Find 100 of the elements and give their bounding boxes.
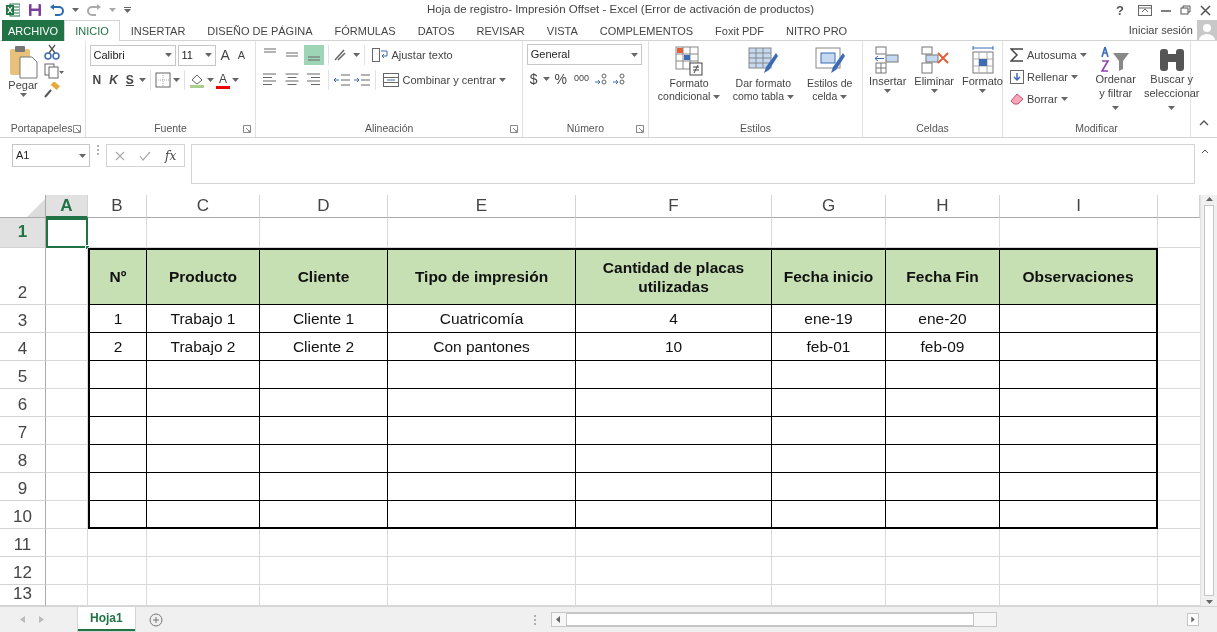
undo-icon[interactable] bbox=[50, 4, 64, 16]
row-header[interactable]: 10 bbox=[0, 501, 46, 529]
customize-toolbar-icon[interactable] bbox=[124, 7, 131, 13]
thousands-button[interactable]: 000 bbox=[572, 68, 592, 90]
styles-button[interactable]: Dar formato como tabla bbox=[729, 44, 798, 105]
fill-color-icon[interactable] bbox=[188, 72, 205, 88]
close-icon[interactable] bbox=[1200, 4, 1211, 16]
row-header[interactable]: 6 bbox=[0, 389, 46, 417]
dialog-launcher-icon[interactable] bbox=[243, 125, 252, 133]
dialog-launcher-icon[interactable] bbox=[636, 125, 644, 133]
column-header[interactable]: A bbox=[46, 195, 88, 218]
italic-button[interactable]: K bbox=[106, 69, 121, 91]
row-header[interactable]: 1 bbox=[0, 218, 46, 248]
sort-filter-button[interactable]: Ordenar y filtrar bbox=[1093, 44, 1138, 116]
row-header[interactable]: 12 bbox=[0, 557, 46, 585]
scroll-thumb[interactable] bbox=[1204, 205, 1214, 596]
column-header[interactable]: D bbox=[260, 195, 388, 218]
shrink-font-button[interactable]: A bbox=[234, 44, 249, 66]
vertical-scrollbar[interactable] bbox=[1200, 195, 1217, 606]
font-name-field[interactable]: Calibri bbox=[89, 44, 176, 66]
enter-icon[interactable] bbox=[139, 150, 151, 161]
cancel-icon[interactable] bbox=[115, 150, 125, 161]
cells-button[interactable]: Formato bbox=[960, 44, 1005, 94]
row-header[interactable]: 9 bbox=[0, 473, 46, 501]
percent-button[interactable]: % bbox=[551, 68, 570, 90]
row-header[interactable]: 7 bbox=[0, 417, 46, 445]
bottom-align-icon[interactable] bbox=[304, 45, 325, 65]
ribbon-display-icon[interactable] bbox=[1138, 4, 1152, 16]
row-header[interactable]: 5 bbox=[0, 361, 46, 389]
autosum-button[interactable]: Autosuma bbox=[1007, 44, 1090, 66]
ribbon-tab[interactable]: DISEÑO DE PÁGINA bbox=[196, 20, 324, 41]
merge-center-button[interactable]: Combinar y centrar bbox=[380, 69, 509, 91]
row-header[interactable]: 3 bbox=[0, 305, 46, 333]
format-painter-icon[interactable] bbox=[44, 82, 60, 98]
wrap-text-button[interactable]: Ajustar texto bbox=[369, 44, 456, 66]
spreadsheet-logo-icon[interactable] bbox=[6, 3, 20, 17]
save-icon[interactable] bbox=[28, 3, 42, 17]
bold-button[interactable]: N bbox=[89, 69, 105, 91]
restore-icon[interactable] bbox=[1180, 5, 1192, 15]
row-header[interactable]: 8 bbox=[0, 445, 46, 473]
dialog-launcher-icon[interactable] bbox=[72, 125, 81, 133]
ribbon-tab[interactable]: Foxit PDF bbox=[704, 20, 775, 41]
cells-button[interactable]: Insertar bbox=[867, 44, 909, 94]
font-color-button[interactable]: A bbox=[215, 71, 230, 89]
ribbon-tab[interactable]: DATOS bbox=[406, 20, 466, 41]
ribbon-tab[interactable]: INICIO bbox=[64, 20, 120, 41]
styles-button[interactable]: Estilos de celda bbox=[801, 44, 858, 105]
decrease-decimal-icon[interactable] bbox=[611, 72, 628, 86]
column-header[interactable]: E bbox=[388, 195, 576, 218]
add-sheet-icon[interactable] bbox=[148, 612, 163, 627]
help-button[interactable]: ? bbox=[1110, 3, 1130, 17]
insert-function-button[interactable]: fx bbox=[165, 146, 177, 165]
currency-button[interactable]: $ bbox=[526, 68, 541, 90]
paste-button[interactable]: Pegar bbox=[6, 44, 40, 98]
sign-in-link[interactable]: Iniciar sesión bbox=[1128, 21, 1197, 39]
sheet-tab[interactable]: Hoja1 bbox=[78, 606, 135, 631]
borders-icon[interactable] bbox=[154, 72, 171, 88]
column-header[interactable]: C bbox=[147, 195, 260, 218]
font-size-field[interactable]: 11 bbox=[177, 44, 216, 66]
copy-icon[interactable] bbox=[44, 63, 64, 79]
scroll-down-icon[interactable] bbox=[1205, 600, 1213, 604]
ribbon-tab[interactable]: VISTA bbox=[535, 20, 589, 41]
name-box[interactable]: A1 bbox=[12, 144, 90, 167]
redo-icon[interactable] bbox=[87, 4, 101, 16]
column-header[interactable]: I bbox=[1000, 195, 1158, 218]
row-header[interactable]: 11 bbox=[0, 529, 46, 557]
column-header[interactable]: F bbox=[576, 195, 772, 218]
formula-input[interactable] bbox=[191, 144, 1195, 184]
scroll-thumb[interactable] bbox=[566, 613, 974, 626]
active-cell[interactable] bbox=[46, 218, 88, 248]
dialog-launcher-icon[interactable] bbox=[509, 125, 518, 133]
expand-formula-icon[interactable] bbox=[1201, 148, 1209, 154]
ribbon-tab[interactable]: NITRO PRO bbox=[775, 20, 859, 41]
increase-indent-icon[interactable] bbox=[353, 72, 372, 88]
grow-font-button[interactable]: A bbox=[217, 44, 233, 66]
ribbon-tab[interactable]: COMPLEMENTOS bbox=[588, 20, 705, 41]
styles-button[interactable]: Formato condicional bbox=[653, 44, 726, 105]
increase-decimal-icon[interactable] bbox=[593, 72, 610, 86]
row-header[interactable]: 4 bbox=[0, 333, 46, 361]
column-header[interactable]: H bbox=[886, 195, 1000, 218]
cut-icon[interactable] bbox=[44, 44, 60, 60]
collapse-ribbon-icon[interactable] bbox=[1199, 119, 1209, 126]
file-tab[interactable]: ARCHIVO bbox=[2, 20, 65, 41]
ribbon-tab[interactable]: FÓRMULAS bbox=[323, 20, 407, 41]
scroll-right-icon[interactable] bbox=[1187, 613, 1199, 626]
row-header[interactable]: 2 bbox=[0, 248, 46, 305]
find-select-button[interactable]: Buscar y seleccionar bbox=[1141, 44, 1202, 116]
decrease-indent-icon[interactable] bbox=[333, 72, 352, 88]
underline-button[interactable]: S bbox=[122, 69, 137, 91]
ribbon-tab[interactable]: REVISAR bbox=[465, 20, 536, 41]
column-header[interactable]: B bbox=[88, 195, 147, 218]
fill-button[interactable]: Rellenar bbox=[1007, 66, 1090, 88]
scroll-up-icon[interactable] bbox=[1205, 197, 1213, 201]
cells-button[interactable]: Eliminar bbox=[912, 44, 957, 94]
clear-button[interactable]: Borrar bbox=[1007, 88, 1090, 110]
number-format-field[interactable]: General bbox=[526, 44, 642, 65]
row-header[interactable]: 13 bbox=[0, 585, 46, 606]
ribbon-tab[interactable]: INSERTAR bbox=[119, 20, 197, 41]
column-header[interactable]: G bbox=[772, 195, 886, 218]
column-header[interactable] bbox=[1158, 195, 1200, 218]
